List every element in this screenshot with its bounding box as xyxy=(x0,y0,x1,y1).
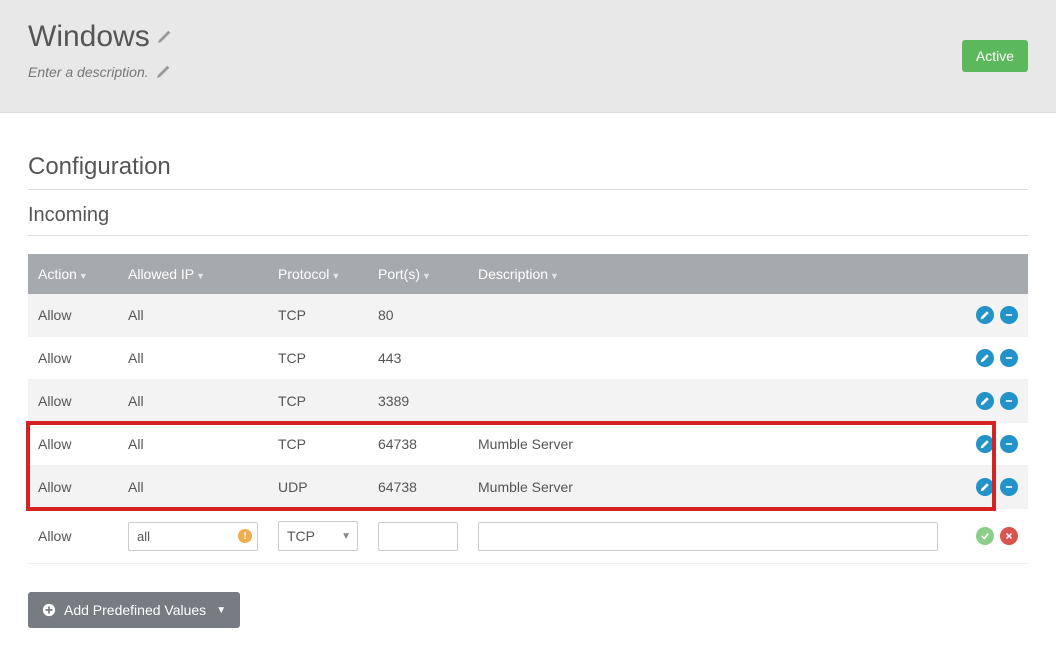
edit-row-icon[interactable] xyxy=(976,306,994,324)
cell-description xyxy=(468,294,948,337)
table-row: AllowAllTCP3389 xyxy=(28,380,1028,423)
rules-table: Action▼ Allowed IP▼ Protocol▼ Port(s)▼ D… xyxy=(28,254,1028,564)
cell-ports: 64738 xyxy=(368,423,468,466)
cell-ops xyxy=(948,466,1028,509)
cell-ports: 443 xyxy=(368,337,468,380)
cell-ip: All xyxy=(118,294,268,337)
page-title: Windows xyxy=(28,20,172,54)
col-header-action[interactable]: Action▼ xyxy=(28,254,118,294)
cell-ip: All xyxy=(118,380,268,423)
add-predefined-label: Add Predefined Values xyxy=(64,602,206,618)
sort-caret-icon: ▼ xyxy=(196,271,205,281)
edit-row-icon[interactable] xyxy=(976,349,994,367)
sort-caret-icon: ▼ xyxy=(422,271,431,281)
col-header-protocol[interactable]: Protocol▼ xyxy=(268,254,368,294)
remove-row-icon[interactable] xyxy=(1000,435,1018,453)
section-configuration: Configuration xyxy=(28,153,1028,190)
description-placeholder[interactable]: Enter a description. xyxy=(28,64,172,80)
sort-caret-icon: ▼ xyxy=(550,271,559,281)
cell-description: Mumble Server xyxy=(468,423,948,466)
cell-action: Allow xyxy=(28,380,118,423)
description-placeholder-text: Enter a description. xyxy=(28,64,149,80)
page-title-text: Windows xyxy=(28,20,150,54)
chevron-down-icon: ▼ xyxy=(341,531,351,542)
cell-protocol: TCP xyxy=(268,380,368,423)
protocol-select[interactable]: TCP ▼ xyxy=(278,521,358,551)
cancel-add-icon[interactable] xyxy=(1000,527,1018,545)
page-header: Windows Enter a description. Active xyxy=(0,0,1056,113)
chevron-down-icon: ▼ xyxy=(216,605,226,616)
confirm-add-icon[interactable] xyxy=(976,527,994,545)
subsection-incoming: Incoming xyxy=(28,204,1028,236)
new-rule-row: Allow! TCP ▼ xyxy=(28,509,1028,564)
cell-ops xyxy=(948,380,1028,423)
cell-protocol: TCP xyxy=(268,294,368,337)
new-row-ops xyxy=(948,509,1028,564)
table-row: AllowAllTCP80 xyxy=(28,294,1028,337)
remove-row-icon[interactable] xyxy=(1000,392,1018,410)
edit-row-icon[interactable] xyxy=(976,478,994,496)
cell-ops xyxy=(948,337,1028,380)
col-header-description[interactable]: Description▼ xyxy=(468,254,948,294)
cell-action: Allow xyxy=(28,466,118,509)
cell-action: Allow xyxy=(28,337,118,380)
cell-description xyxy=(468,380,948,423)
sort-caret-icon: ▼ xyxy=(331,271,340,281)
col-header-ports[interactable]: Port(s)▼ xyxy=(368,254,468,294)
remove-row-icon[interactable] xyxy=(1000,349,1018,367)
cell-ip: All xyxy=(118,337,268,380)
cell-ports: 80 xyxy=(368,294,468,337)
sort-caret-icon: ▼ xyxy=(79,271,88,281)
plus-circle-icon xyxy=(42,603,56,617)
edit-row-icon[interactable] xyxy=(976,435,994,453)
remove-row-icon[interactable] xyxy=(1000,478,1018,496)
cell-protocol: TCP xyxy=(268,337,368,380)
cell-ports: 3389 xyxy=(368,380,468,423)
table-row: AllowAllUDP64738Mumble Server xyxy=(28,466,1028,509)
status-badge-label: Active xyxy=(976,48,1014,64)
status-badge[interactable]: Active xyxy=(962,40,1028,72)
cell-action: Allow xyxy=(28,294,118,337)
warning-icon: ! xyxy=(238,529,252,543)
remove-row-icon[interactable] xyxy=(1000,306,1018,324)
rules-table-wrapper: Action▼ Allowed IP▼ Protocol▼ Port(s)▼ D… xyxy=(28,254,1028,564)
cell-ops xyxy=(948,294,1028,337)
cell-description xyxy=(468,337,948,380)
cell-protocol: TCP xyxy=(268,423,368,466)
col-header-allowed-ip[interactable]: Allowed IP▼ xyxy=(118,254,268,294)
table-row: AllowAllTCP443 xyxy=(28,337,1028,380)
edit-row-icon[interactable] xyxy=(976,392,994,410)
cell-ip: All xyxy=(118,423,268,466)
description-input[interactable] xyxy=(478,522,938,551)
new-action-label: Allow xyxy=(28,509,118,564)
cell-action: Allow xyxy=(28,423,118,466)
cell-description: Mumble Server xyxy=(468,466,948,509)
edit-description-icon[interactable] xyxy=(155,64,171,80)
cell-protocol: UDP xyxy=(268,466,368,509)
add-predefined-button[interactable]: Add Predefined Values ▼ xyxy=(28,592,240,628)
edit-title-icon[interactable] xyxy=(156,29,172,45)
table-row: AllowAllTCP64738Mumble Server xyxy=(28,423,1028,466)
ports-input[interactable] xyxy=(378,522,458,551)
cell-ports: 64738 xyxy=(368,466,468,509)
protocol-selected-label: TCP xyxy=(287,528,315,544)
cell-ip: All xyxy=(118,466,268,509)
cell-ops xyxy=(948,423,1028,466)
